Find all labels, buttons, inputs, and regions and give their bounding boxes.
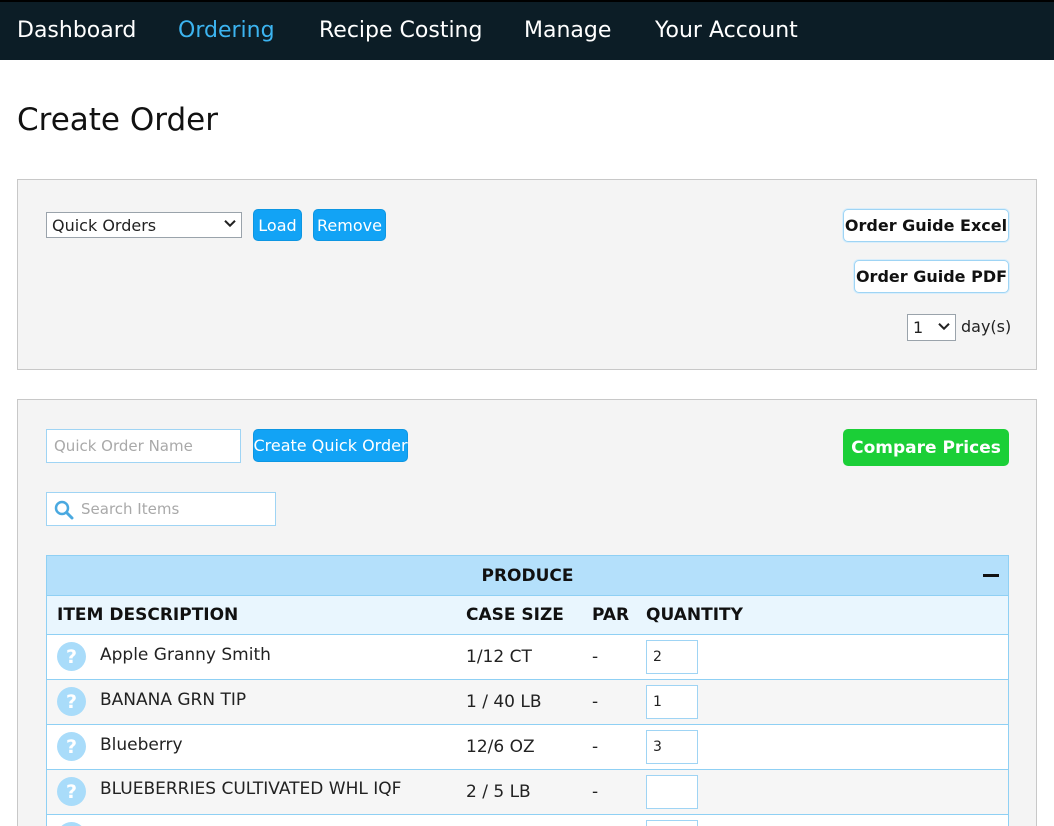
top-navigation: Dashboard Ordering Recipe Costing Manage… (0, 0, 1054, 60)
create-quick-order-button[interactable]: Create Quick Order (253, 429, 408, 462)
search-items-input[interactable] (81, 495, 271, 523)
item-description: Apple Granny Smith (100, 645, 271, 665)
quantity-input[interactable] (646, 730, 698, 764)
quick-orders-select-value: Quick Orders (52, 215, 157, 235)
table-row: ? Apple Granny Smith 1/12 CT - (47, 635, 1008, 680)
table-row: ? BLUEBERRIES CULTIVATED WHL IQF 2 / 5 L… (47, 770, 1008, 815)
table-row: ? Blueberry 12/6 OZ - (47, 725, 1008, 770)
item-case-size: 2 / 5 LB (466, 782, 531, 802)
table-header-row: ITEM DESCRIPTION CASE SIZE PAR QUANTITY (47, 596, 1008, 635)
nav-dashboard[interactable]: Dashboard (17, 18, 136, 43)
days-select-value: 1 (913, 318, 924, 337)
page-title: Create Order (17, 102, 218, 138)
quick-orders-select[interactable]: Quick Orders (46, 212, 242, 238)
chevron-down-icon (224, 217, 236, 232)
quantity-input[interactable] (646, 775, 698, 809)
item-description: BANANA GRN TIP (100, 690, 247, 710)
item-description: BLUEBERRIES CULTIVATED WHL IQF (100, 779, 402, 799)
item-par: - (592, 737, 599, 757)
quick-orders-panel: Quick Orders Load Remove Order Guide Exc… (17, 179, 1037, 370)
question-circle-icon[interactable]: ? (57, 687, 86, 716)
minus-icon[interactable] (983, 574, 999, 577)
item-par: - (592, 782, 599, 802)
question-circle-icon[interactable]: ? (57, 732, 86, 761)
quick-order-name-input[interactable] (46, 429, 241, 463)
search-icon (54, 500, 74, 520)
nav-your-account[interactable]: Your Account (655, 18, 798, 43)
item-case-size: 12/6 OZ (466, 737, 535, 757)
load-button[interactable]: Load (253, 209, 302, 241)
nav-manage[interactable]: Manage (524, 18, 611, 43)
category-title: PRODUCE (481, 566, 574, 586)
order-guide-pdf-button[interactable]: Order Guide PDF (854, 260, 1009, 293)
days-label: day(s) (961, 317, 1012, 336)
table-row: ? BANANA GRN TIP 1 / 40 LB - (47, 680, 1008, 725)
item-par: - (592, 692, 599, 712)
compare-prices-button[interactable]: Compare Prices (843, 429, 1009, 466)
question-circle-icon[interactable]: ? (57, 642, 86, 671)
quantity-input[interactable] (646, 820, 698, 826)
search-box[interactable] (46, 492, 276, 526)
item-case-size: 1 / 40 LB (466, 692, 542, 712)
question-circle-icon[interactable]: ? (57, 822, 86, 826)
order-panel: Create Quick Order Compare Prices PRODUC… (17, 399, 1037, 826)
order-guide-excel-button[interactable]: Order Guide Excel (843, 209, 1009, 242)
header-par: PAR (592, 605, 630, 625)
header-case-size: CASE SIZE (466, 605, 564, 625)
header-quantity: QUANTITY (646, 605, 743, 625)
remove-button[interactable]: Remove (313, 209, 386, 241)
quantity-input[interactable] (646, 640, 698, 674)
item-description: Blueberry (100, 735, 183, 755)
quantity-input[interactable] (646, 685, 698, 719)
header-item-description: ITEM DESCRIPTION (57, 605, 239, 625)
chevron-down-icon (938, 319, 950, 334)
nav-recipe-costing[interactable]: Recipe Costing (319, 18, 482, 43)
category-header[interactable]: PRODUCE (47, 556, 1008, 596)
item-case-size: 1/12 CT (466, 647, 532, 667)
table-row: ? (47, 815, 1008, 826)
question-circle-icon[interactable]: ? (57, 777, 86, 806)
item-par: - (592, 647, 599, 667)
days-select[interactable]: 1 (907, 314, 956, 341)
order-table: PRODUCE ITEM DESCRIPTION CASE SIZE PAR Q… (46, 555, 1009, 826)
nav-ordering[interactable]: Ordering (178, 18, 275, 43)
